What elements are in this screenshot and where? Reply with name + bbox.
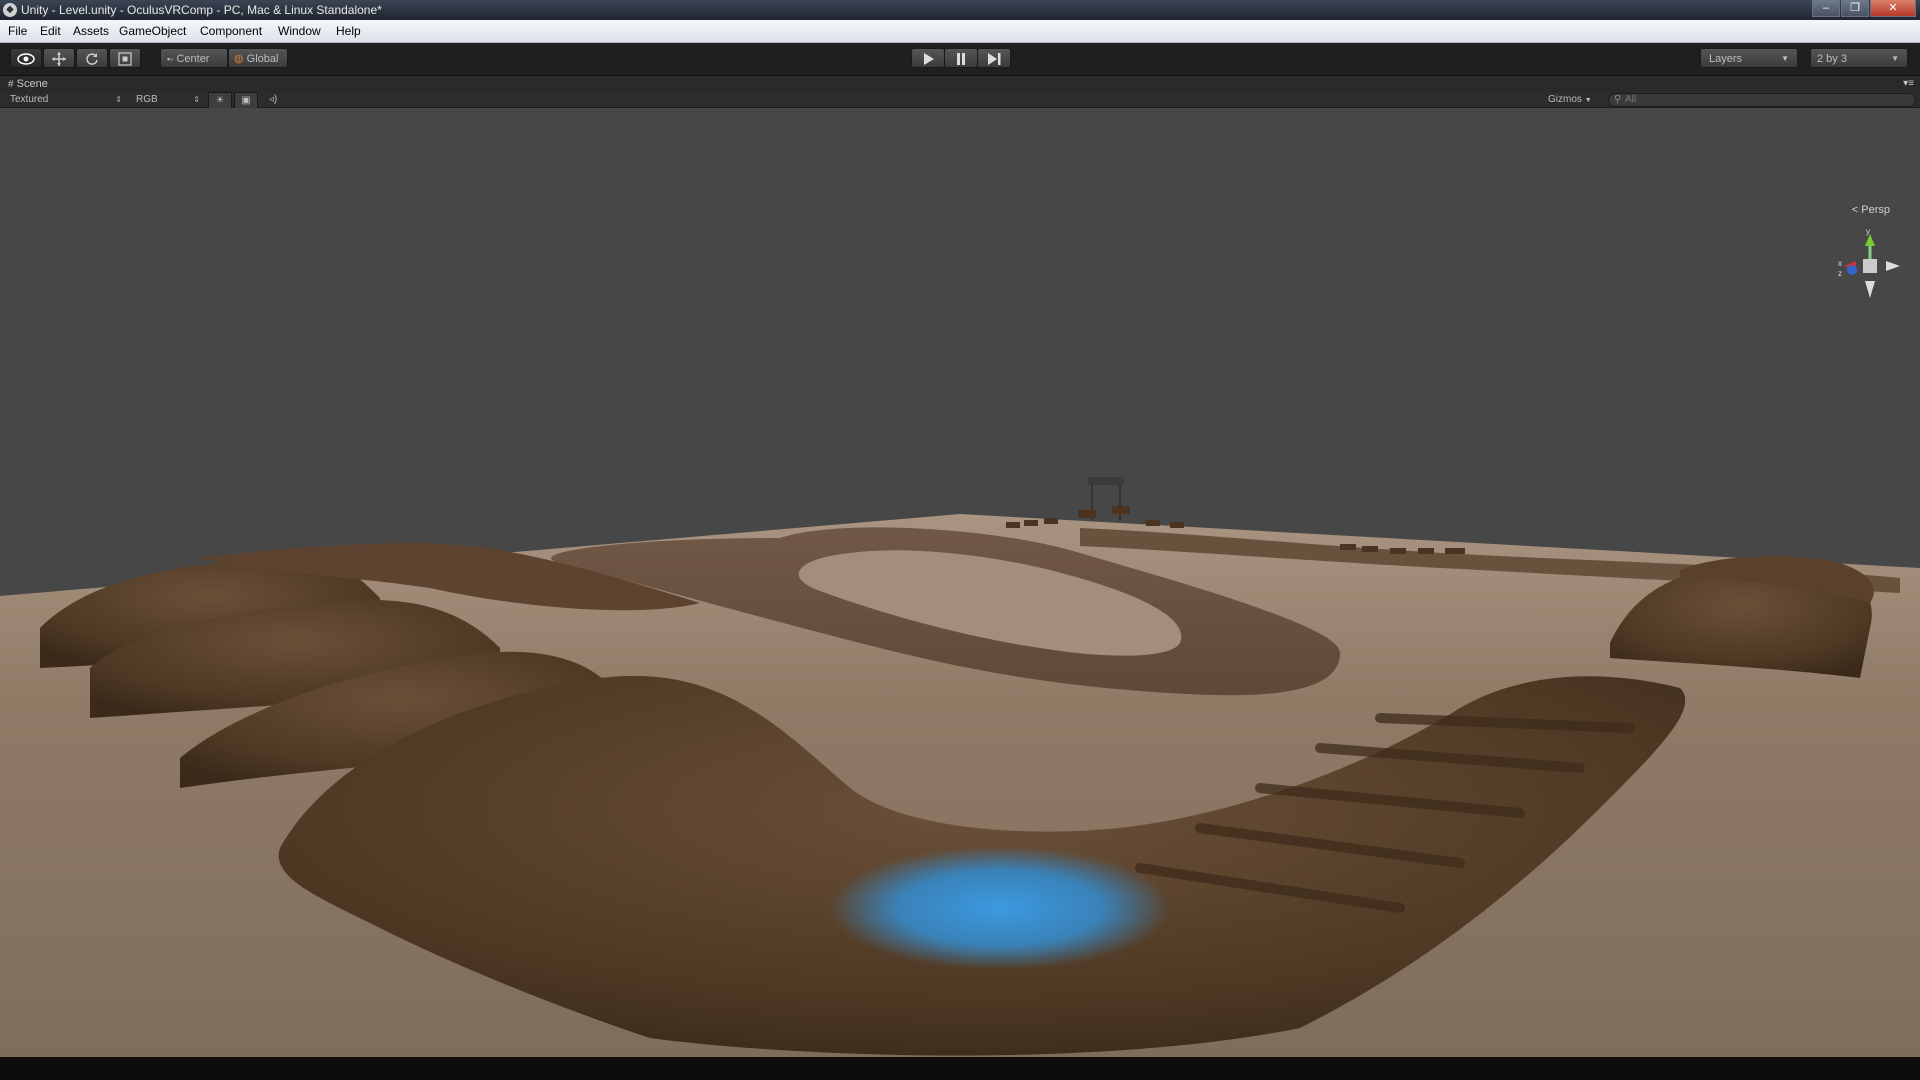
- pivot-global-toggle[interactable]: ◍ Global: [228, 48, 288, 68]
- pivot-global-label: Global: [246, 53, 279, 65]
- sun-icon: ☀: [215, 95, 225, 106]
- gizmos-label: Gizmos: [1548, 94, 1582, 105]
- scene-viewport[interactable]: y x z < Persp: [0, 108, 1920, 1057]
- step-icon: [988, 53, 1001, 65]
- pause-icon: [957, 53, 965, 65]
- window-controls: – ❐ ✕: [1811, 0, 1916, 18]
- scene-lighting-toggle[interactable]: ☀: [208, 92, 232, 109]
- status-bar: [0, 1057, 1920, 1080]
- terrain-render: [0, 108, 1920, 1057]
- scale-icon: [118, 52, 132, 66]
- center-icon: ▪▫: [167, 54, 174, 64]
- search-icon: ⚲: [1614, 94, 1622, 105]
- axis-z-label: z: [1838, 269, 1842, 278]
- layers-label: Layers: [1709, 53, 1743, 65]
- menu-edit[interactable]: Edit: [40, 24, 61, 38]
- menu-file[interactable]: File: [8, 24, 27, 38]
- minimize-button[interactable]: –: [1812, 0, 1840, 17]
- step-button[interactable]: [977, 48, 1011, 68]
- close-button[interactable]: ✕: [1870, 0, 1916, 17]
- menu-assets[interactable]: Assets: [73, 24, 109, 38]
- menu-help[interactable]: Help: [336, 24, 361, 38]
- move-icon: [52, 52, 66, 66]
- chevron-down-icon: ▼: [1584, 97, 1592, 104]
- scene-fx-toggle[interactable]: ▣: [234, 92, 258, 109]
- layers-dropdown[interactable]: Layers ▼: [1700, 48, 1798, 68]
- pause-button[interactable]: [944, 48, 978, 68]
- search-placeholder: All: [1625, 94, 1637, 105]
- layout-dropdown[interactable]: 2 by 3 ▼: [1810, 48, 1908, 68]
- projection-label[interactable]: < Persp: [1852, 204, 1890, 216]
- axis-gizmo-icon: y x z: [1838, 227, 1900, 298]
- menu-gameobject[interactable]: GameObject: [119, 24, 186, 38]
- scale-tool-button[interactable]: [109, 48, 141, 68]
- global-icon: ◍: [234, 53, 244, 65]
- axis-y-label: y: [1866, 227, 1870, 236]
- layout-label: 2 by 3: [1817, 53, 1847, 65]
- play-icon: [924, 53, 934, 65]
- hand-tool-button[interactable]: [10, 48, 42, 68]
- chevron-down-icon: ▼: [1781, 54, 1789, 63]
- scene-options-bar: Textured ⇕ RGB ⇕ ☀ ▣ ◃) Gizmos ▼ ⚲ All: [0, 92, 1920, 109]
- water-puddle: [830, 846, 1170, 970]
- hand-icon: [17, 53, 35, 65]
- scene-search-field[interactable]: ⚲ All: [1608, 93, 1916, 107]
- rotate-tool-button[interactable]: [76, 48, 108, 68]
- render-mode-value: Textured: [10, 94, 49, 105]
- image-icon: ▣: [241, 95, 251, 106]
- restore-button[interactable]: ❐: [1841, 0, 1869, 17]
- speaker-icon: ◃): [268, 94, 278, 105]
- main-toolbar: ▪▫ Center ◍ Global Layers ▼ 2 by 3 ▼: [0, 43, 1920, 76]
- menu-bar: File Edit Assets GameObject Component Wi…: [0, 20, 1920, 43]
- orientation-gizmo[interactable]: y x z: [1830, 226, 1910, 316]
- window-titlebar: ◆ Unity - Level.unity - OculusVRComp - P…: [0, 0, 1920, 20]
- updown-arrow-icon: ⇕: [115, 95, 122, 104]
- panel-menu-icon[interactable]: ▾≡: [1903, 76, 1914, 92]
- projection-text: Persp: [1861, 204, 1890, 216]
- chevron-down-icon: ▼: [1891, 54, 1899, 63]
- unity-icon: ◆: [3, 3, 17, 17]
- projection-icon: <: [1851, 204, 1859, 216]
- move-tool-button[interactable]: [43, 48, 75, 68]
- pivot-center-label: Center: [176, 53, 210, 65]
- grid-icon: #: [8, 79, 14, 90]
- updown-arrow-icon: ⇕: [193, 95, 200, 104]
- menu-window[interactable]: Window: [278, 24, 321, 38]
- color-mode-value: RGB: [136, 94, 158, 105]
- scene-tab-label: Scene: [16, 78, 48, 90]
- scene-tab-bar: # Scene ▾≡: [0, 76, 1920, 92]
- play-button[interactable]: [911, 48, 945, 68]
- pivot-center-toggle[interactable]: ▪▫ Center: [160, 48, 228, 68]
- render-mode-dropdown[interactable]: Textured ⇕: [10, 92, 122, 107]
- finish-flag: [1088, 477, 1124, 485]
- window-title: Unity - Level.unity - OculusVRComp - PC,…: [21, 3, 382, 17]
- color-mode-dropdown[interactable]: RGB ⇕: [136, 92, 200, 107]
- gizmos-dropdown[interactable]: Gizmos ▼: [1548, 92, 1604, 107]
- axis-x-label: x: [1838, 259, 1842, 268]
- scene-tab[interactable]: # Scene: [8, 76, 48, 93]
- menu-component[interactable]: Component: [200, 24, 262, 38]
- scene-audio-toggle[interactable]: ◃): [262, 92, 284, 107]
- rotate-icon: [86, 53, 98, 65]
